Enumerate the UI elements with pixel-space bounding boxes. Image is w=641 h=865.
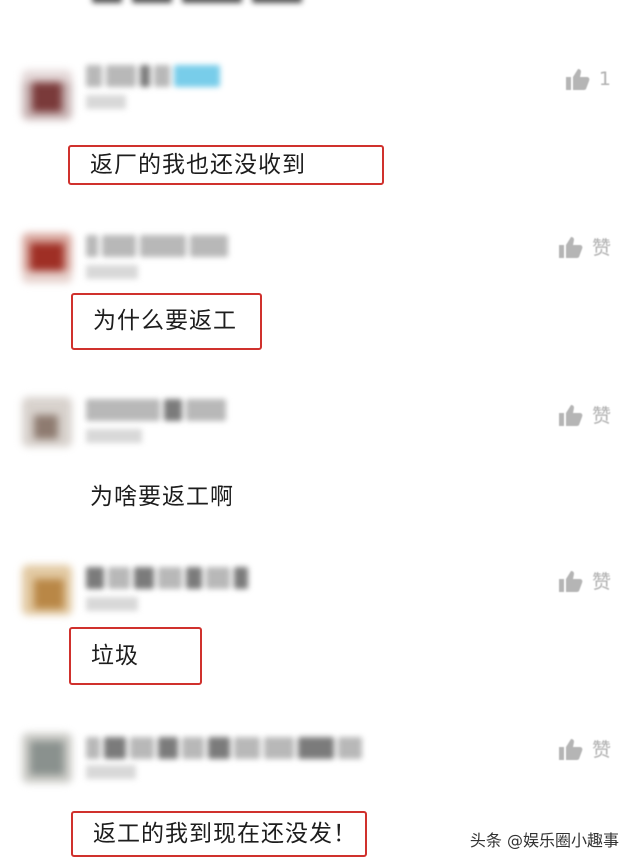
comment-item: 赞 为啥要返工啊 bbox=[0, 393, 641, 533]
username-blurred[interactable] bbox=[86, 231, 228, 261]
thumbs-up-icon bbox=[558, 404, 583, 426]
avatar[interactable] bbox=[22, 733, 72, 783]
comment-text-highlighted: 返厂的我也还没收到 bbox=[68, 145, 384, 185]
watermark-text: 头条 @娱乐圈小趣事 bbox=[469, 831, 619, 850]
timestamp-blurred bbox=[86, 765, 136, 781]
comment-item: 1 返厂的我也还没收到 bbox=[0, 55, 641, 195]
truncated-previous-comment bbox=[92, 0, 352, 8]
like-count: 1 bbox=[598, 68, 611, 90]
like-button[interactable]: 赞 bbox=[558, 401, 611, 428]
like-button[interactable]: 1 bbox=[565, 67, 611, 91]
username-blurred[interactable] bbox=[86, 563, 248, 593]
like-label: 赞 bbox=[591, 739, 611, 761]
username-blurred[interactable] bbox=[86, 395, 226, 425]
like-label: 赞 bbox=[591, 237, 611, 259]
comment-text-highlighted: 返工的我到现在还没发！ bbox=[71, 811, 367, 857]
timestamp-blurred bbox=[86, 265, 138, 281]
avatar[interactable] bbox=[22, 233, 72, 283]
like-label: 赞 bbox=[591, 405, 611, 427]
comment-text: 为啥要返工啊 bbox=[90, 484, 234, 510]
username-blurred[interactable] bbox=[86, 61, 220, 91]
like-label: 赞 bbox=[591, 571, 611, 593]
thumbs-up-icon bbox=[558, 570, 583, 592]
watermark: 头条 @娱乐圈小趣事 bbox=[470, 827, 619, 851]
comment-item: 赞 为什么要返工 bbox=[0, 225, 641, 365]
thumbs-up-icon bbox=[558, 236, 583, 258]
like-button[interactable]: 赞 bbox=[558, 567, 611, 594]
timestamp-blurred bbox=[86, 429, 142, 445]
username-blurred[interactable] bbox=[86, 733, 362, 763]
avatar[interactable] bbox=[22, 565, 72, 615]
avatar[interactable] bbox=[22, 397, 72, 447]
like-button[interactable]: 赞 bbox=[558, 735, 611, 762]
comment-item: 赞 垃圾 bbox=[0, 561, 641, 701]
thumbs-up-icon bbox=[565, 69, 590, 90]
like-button[interactable]: 赞 bbox=[558, 233, 611, 260]
comment-text-highlighted: 垃圾 bbox=[69, 627, 202, 685]
timestamp-blurred bbox=[86, 95, 126, 111]
comment-text-highlighted: 为什么要返工 bbox=[71, 293, 262, 350]
thumbs-up-icon bbox=[558, 738, 583, 760]
timestamp-blurred bbox=[86, 597, 138, 613]
avatar[interactable] bbox=[22, 70, 72, 120]
